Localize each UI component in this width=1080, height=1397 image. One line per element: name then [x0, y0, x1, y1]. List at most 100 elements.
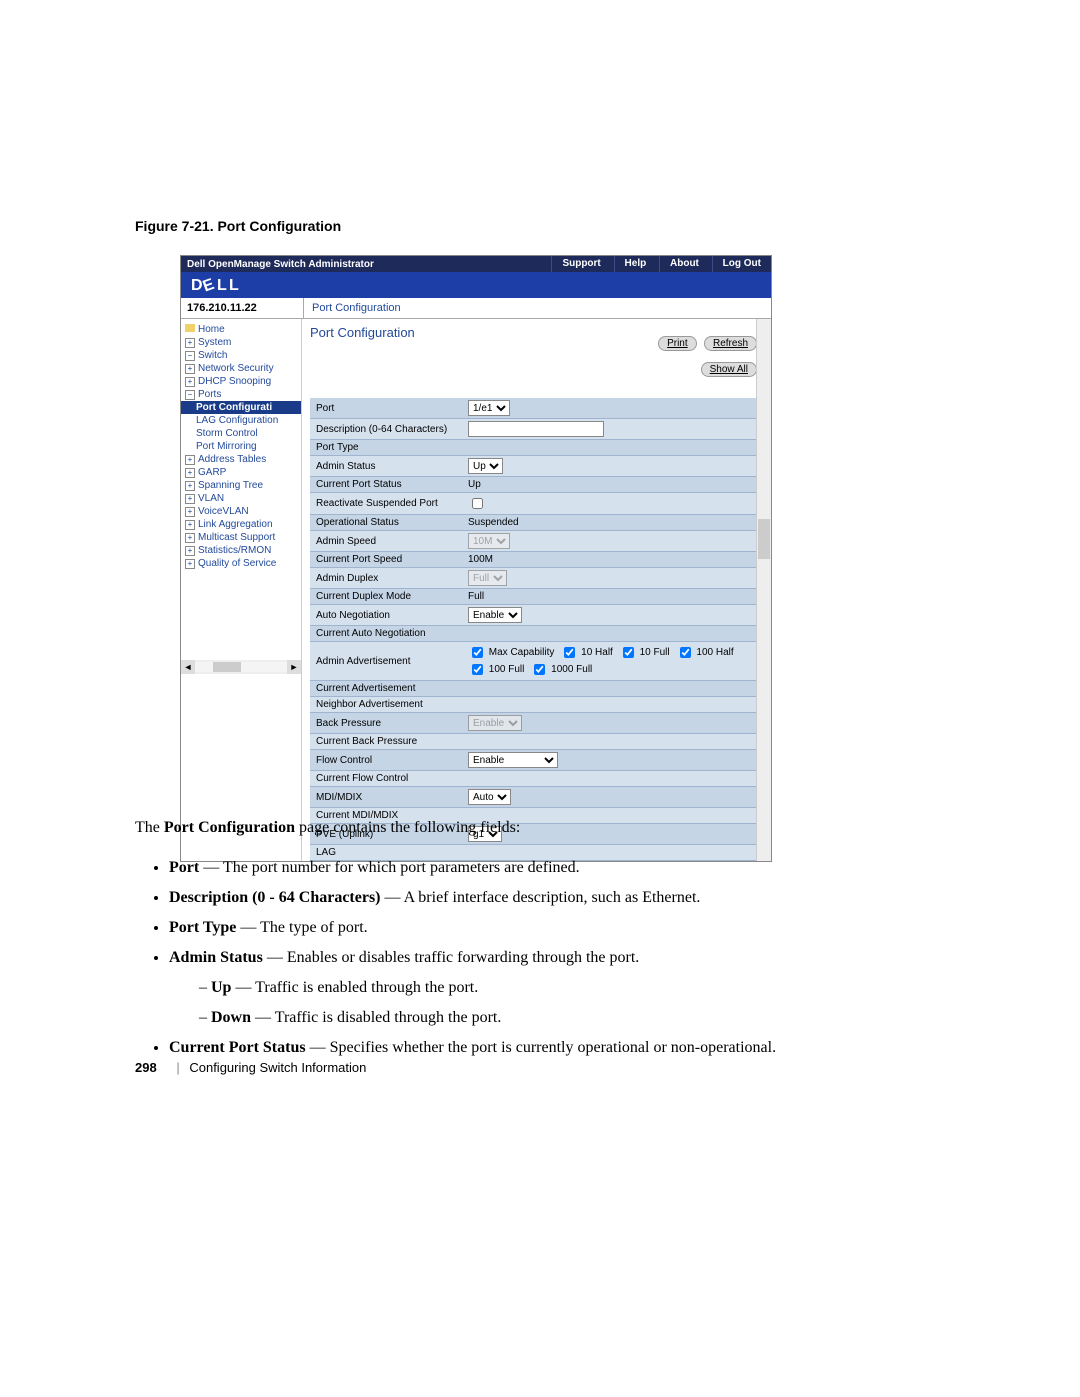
- select-admin-speed: 10M: [468, 533, 510, 549]
- field-value: Up: [462, 456, 763, 477]
- form-row: Admin Status Up: [310, 456, 763, 477]
- adv-option[interactable]: 100 Half: [676, 647, 734, 658]
- screenshot-frame: Dell OpenManage Switch Administrator Sup…: [180, 255, 772, 862]
- field-label: Admin Speed: [310, 531, 462, 552]
- adv-option[interactable]: 1000 Full: [530, 664, 592, 675]
- main-area: Home SystemSwitchNetwork SecurityDHCP Sn…: [181, 319, 771, 861]
- tree-item-storm-control[interactable]: Storm Control: [181, 427, 301, 440]
- link-help[interactable]: Help: [614, 256, 657, 272]
- field-label: Admin Status: [310, 456, 462, 477]
- tree-item-dhcp-snooping[interactable]: DHCP Snooping: [181, 375, 301, 388]
- intro-pre: The: [135, 819, 164, 836]
- adv-option[interactable]: 10 Half: [560, 647, 612, 658]
- tree-home[interactable]: Home: [181, 323, 301, 336]
- field-value: [462, 419, 763, 440]
- field-value: [462, 493, 763, 515]
- scroll-thumb[interactable]: [213, 662, 241, 672]
- adv-option[interactable]: 10 Full: [619, 647, 670, 658]
- tree-item-quality-of-service[interactable]: Quality of Service: [181, 557, 301, 570]
- link-logout[interactable]: Log Out: [712, 256, 771, 272]
- select-flow-control[interactable]: Enable: [468, 752, 558, 768]
- scroll-left-icon[interactable]: ◄: [181, 660, 195, 674]
- checkbox-reactivate-suspended-port[interactable]: [472, 498, 483, 509]
- form-row: Reactivate Suspended Port: [310, 493, 763, 515]
- tree-item-multicast-support[interactable]: Multicast Support: [181, 531, 301, 544]
- field-label: Current Flow Control: [310, 771, 462, 787]
- tree-item-voicevlan[interactable]: VoiceVLAN: [181, 505, 301, 518]
- tree-item-port-configurati[interactable]: Port Configurati: [181, 401, 301, 414]
- nav-sidebar[interactable]: Home SystemSwitchNetwork SecurityDHCP Sn…: [181, 319, 302, 861]
- adv-checkbox[interactable]: [534, 664, 545, 675]
- tree-item-ports[interactable]: Ports: [181, 388, 301, 401]
- adv-checkbox[interactable]: [680, 647, 691, 658]
- tree-item-link-aggregation[interactable]: Link Aggregation: [181, 518, 301, 531]
- adv-checkbox[interactable]: [564, 647, 575, 658]
- link-about[interactable]: About: [659, 256, 709, 272]
- adv-checkbox[interactable]: [472, 664, 483, 675]
- tree-item-spanning-tree[interactable]: Spanning Tree: [181, 479, 301, 492]
- tree-item-vlan[interactable]: VLAN: [181, 492, 301, 505]
- refresh-button[interactable]: Refresh: [704, 336, 757, 351]
- config-form-table: Port1/e1Description (0-64 Characters)Por…: [310, 398, 763, 861]
- dell-logo-icon: D E L L: [191, 276, 251, 294]
- field-value: [462, 440, 763, 456]
- adv-option[interactable]: Max Capability: [468, 647, 554, 658]
- select-admin-duplex: Full: [468, 570, 507, 586]
- field-label: Auto Negotiation: [310, 605, 462, 626]
- sub-item: Down — Traffic is disabled through the p…: [199, 1006, 935, 1030]
- tree-item-port-mirroring[interactable]: Port Mirroring: [181, 440, 301, 453]
- ip-breadcrumb-row: 176.210.11.22 Port Configuration: [181, 298, 771, 319]
- scroll-track[interactable]: [195, 662, 287, 672]
- field-name: Admin Status: [169, 949, 263, 966]
- field-desc-item: Port Type — The type of port.: [169, 916, 935, 940]
- breadcrumb: Port Configuration: [304, 298, 771, 318]
- field-label: Back Pressure: [310, 713, 462, 734]
- form-row: Port 1/e1: [310, 398, 763, 419]
- field-label: Port Type: [310, 440, 462, 456]
- form-row: Current Duplex ModeFull: [310, 589, 763, 605]
- field-value: Enable: [462, 605, 763, 626]
- select-port[interactable]: 1/e1: [468, 400, 510, 416]
- form-row: Operational StatusSuspended: [310, 515, 763, 531]
- footer-separator: |: [176, 1060, 179, 1075]
- content-vscrollbar[interactable]: [756, 319, 771, 861]
- print-button[interactable]: Print: [658, 336, 697, 351]
- field-value: Up: [462, 477, 763, 493]
- field-name: Port Type: [169, 919, 236, 936]
- tree-item-garp[interactable]: GARP: [181, 466, 301, 479]
- field-label: Reactivate Suspended Port: [310, 493, 462, 515]
- form-row: Current Advertisement: [310, 681, 763, 697]
- input-description-0-64-characters-[interactable]: [468, 421, 604, 437]
- show-all-button[interactable]: Show All: [701, 362, 757, 377]
- adv-checkbox[interactable]: [472, 647, 483, 658]
- tree-item-lag-configuration[interactable]: LAG Configuration: [181, 414, 301, 427]
- field-value: Full: [462, 589, 763, 605]
- field-descriptions-list: Port — The port number for which port pa…: [135, 856, 935, 1060]
- vscroll-thumb[interactable]: [758, 519, 770, 559]
- scroll-right-icon[interactable]: ►: [287, 660, 301, 674]
- adv-checkbox[interactable]: [623, 647, 634, 658]
- tree-item-address-tables[interactable]: Address Tables: [181, 453, 301, 466]
- topbar-links: Support Help About Log Out: [551, 256, 771, 272]
- link-support[interactable]: Support: [551, 256, 610, 272]
- app-topbar: Dell OpenManage Switch Administrator Sup…: [181, 256, 771, 272]
- field-value: [462, 681, 763, 697]
- field-label: Port: [310, 398, 462, 419]
- form-row: Neighbor Advertisement: [310, 697, 763, 713]
- field-value: [462, 734, 763, 750]
- select-auto-negotiation[interactable]: Enable: [468, 607, 522, 623]
- select-admin-status[interactable]: Up: [468, 458, 503, 474]
- tree-item-switch[interactable]: Switch: [181, 349, 301, 362]
- tree-item-statistics-rmon[interactable]: Statistics/RMON: [181, 544, 301, 557]
- sidebar-hscrollbar[interactable]: ◄ ►: [181, 660, 301, 674]
- tree-item-system[interactable]: System: [181, 336, 301, 349]
- intro-paragraph: The Port Configuration page contains the…: [135, 816, 935, 840]
- adv-option[interactable]: 100 Full: [468, 664, 524, 675]
- field-value: 100M: [462, 552, 763, 568]
- svg-text:E: E: [201, 276, 217, 294]
- field-desc-item: Port — The port number for which port pa…: [169, 856, 935, 880]
- form-row: Auto Negotiation Enable: [310, 605, 763, 626]
- field-name: Port: [169, 859, 199, 876]
- field-label: Neighbor Advertisement: [310, 697, 462, 713]
- tree-item-network-security[interactable]: Network Security: [181, 362, 301, 375]
